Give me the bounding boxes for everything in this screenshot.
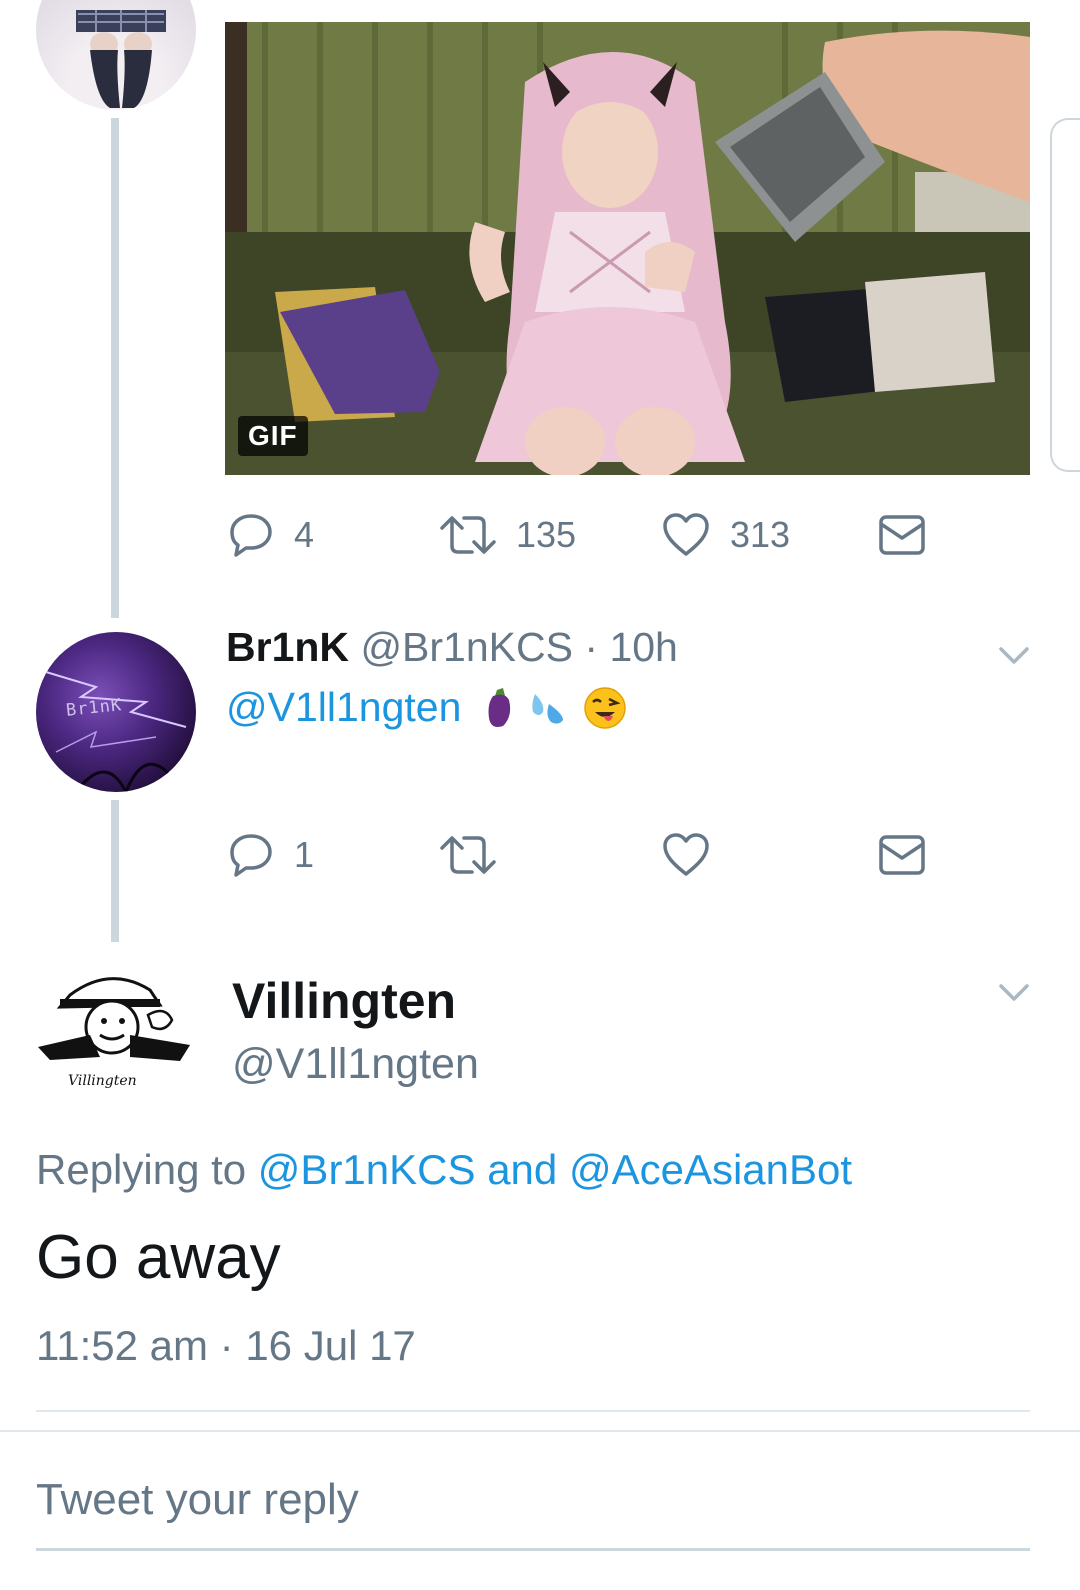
reply-tweet-text: @V1ll1ngten (226, 684, 627, 731)
reply-action-2[interactable]: 1 (228, 832, 314, 878)
retweet-icon (440, 836, 496, 874)
heart-icon (663, 513, 709, 556)
thread-line-middle (111, 800, 119, 942)
reply-icon (230, 834, 272, 877)
reply-input-underline (36, 1548, 1030, 1551)
gangster-bear-avatar-icon (38, 977, 190, 1061)
like-count: 313 (730, 514, 791, 555)
replying-prefix: Replying to (36, 1146, 247, 1193)
reply-time[interactable]: 10h (609, 624, 677, 670)
scroll-handle[interactable] (1050, 118, 1080, 472)
reply-action[interactable]: 4 (228, 512, 314, 558)
message-action-2[interactable] (878, 834, 926, 876)
envelope-icon (879, 515, 925, 555)
reply-mention-link[interactable]: @V1ll1ngten (226, 684, 461, 731)
reply-icon (230, 514, 272, 557)
winking-face-icon (584, 686, 627, 729)
like-action-2[interactable] (662, 832, 710, 878)
brink-avatar[interactable]: Br1nK (36, 632, 196, 792)
chevron-down-icon[interactable] (998, 645, 1030, 667)
envelope-icon (879, 835, 925, 875)
thread-line-top (111, 118, 119, 618)
reply-handle[interactable]: @Br1nKCS (360, 624, 573, 670)
replying-to-line: Replying to @Br1nKCS and @AceAsianBot (36, 1146, 852, 1194)
main-tweet-timestamp: 11:52 am · 16 Jul 17 (36, 1322, 416, 1369)
replying-and[interactable]: and (487, 1146, 557, 1193)
previous-tweet-avatar[interactable] (36, 0, 196, 110)
chevron-down-icon[interactable] (998, 982, 1030, 1004)
reply-count-2: 1 (294, 834, 315, 875)
tweet-reply-input[interactable]: Tweet your reply (36, 1475, 359, 1525)
retweet-action[interactable]: 135 (440, 512, 576, 558)
main-handle[interactable]: @V1ll1ngten (232, 1040, 479, 1089)
replying-user-2[interactable]: @AceAsianBot (569, 1146, 852, 1193)
main-display-name[interactable]: Villingten (232, 972, 456, 1030)
reply-tweet-header: Br1nK @Br1nKCS · 10h (226, 624, 678, 671)
avatar-photo-icon (76, 10, 166, 108)
gif-badge: GIF (238, 416, 308, 456)
villingten-avatar[interactable]: Villingten (30, 965, 200, 1095)
reply-display-name[interactable]: Br1nK (226, 624, 349, 670)
gif-thumbnail-image (225, 22, 1030, 475)
like-action[interactable]: 313 (662, 512, 790, 558)
divider (0, 1430, 1080, 1432)
retweet-action-2[interactable] (440, 832, 496, 878)
gif-media[interactable] (225, 22, 1030, 475)
divider (36, 1410, 1030, 1412)
reply-count: 4 (294, 514, 315, 555)
retweet-icon (440, 516, 496, 554)
avatar-caption: Villingten (68, 1073, 137, 1089)
message-action[interactable] (878, 514, 926, 556)
retweet-count: 135 (516, 514, 577, 555)
reply-separator: · (584, 624, 599, 670)
replying-user-1[interactable]: @Br1nKCS (258, 1146, 476, 1193)
eggplant-icon (488, 687, 511, 727)
sweat-droplets-icon (532, 693, 564, 724)
main-tweet-text: Go away (36, 1223, 281, 1292)
heart-icon (663, 833, 709, 876)
